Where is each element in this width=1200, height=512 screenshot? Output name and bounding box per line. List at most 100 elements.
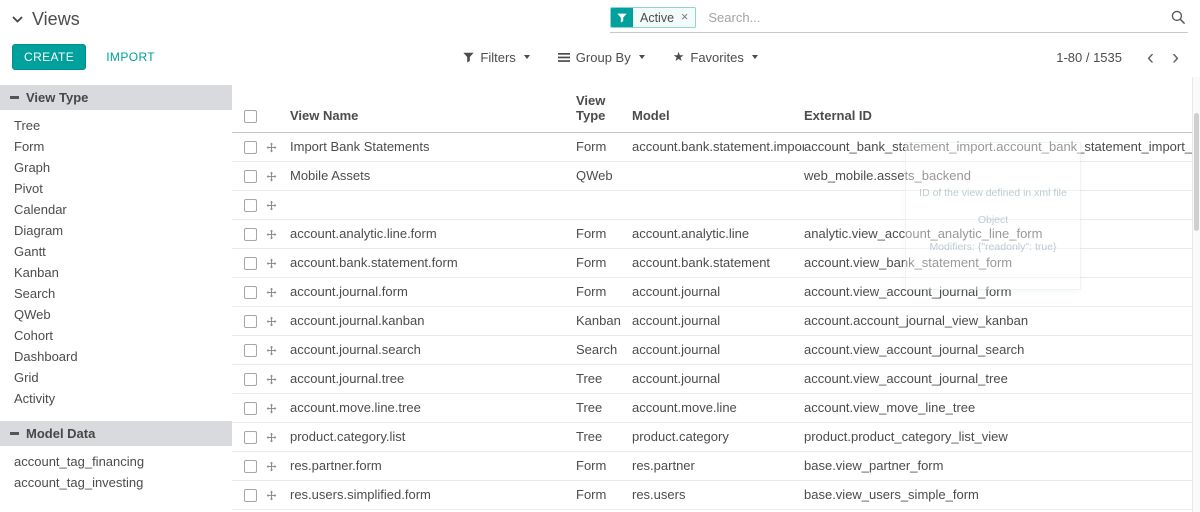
sidebar-item[interactable]: Kanban — [0, 262, 232, 283]
drag-handle-icon[interactable] — [266, 287, 277, 298]
sidebar-item[interactable]: Tree — [0, 115, 232, 136]
filter-icon — [611, 8, 633, 27]
table-row[interactable]: Mobile Assets QWeb web_mobile.assets_bac… — [232, 161, 1192, 190]
table-row[interactable] — [232, 190, 1192, 219]
sidebar-item-label: Tree — [14, 118, 40, 133]
drag-handle-icon[interactable] — [266, 432, 277, 443]
sidebar-item[interactable]: Form — [0, 136, 232, 157]
cell-model — [632, 161, 804, 190]
sidebar-item[interactable]: Gantt — [0, 241, 232, 262]
next-page-button[interactable]: › — [1163, 47, 1188, 68]
column-header-view-type[interactable]: View Type — [576, 76, 632, 132]
scrollbar-thumb[interactable] — [1194, 113, 1199, 231]
table-row[interactable]: account.move.line.tree Tree account.move… — [232, 393, 1192, 422]
drag-handle-icon[interactable] — [266, 403, 277, 414]
favorites-dropdown[interactable]: ★ Favorites — [673, 49, 758, 65]
table-row[interactable]: account.journal.tree Tree account.journa… — [232, 364, 1192, 393]
table-row[interactable]: product.category.list Tree product.categ… — [232, 422, 1192, 451]
breadcrumb[interactable]: Views — [12, 9, 80, 30]
search-icon[interactable] — [1171, 10, 1186, 25]
chevron-down-icon[interactable] — [12, 14, 23, 24]
favorites-label: Favorites — [690, 50, 743, 65]
cell-model: res.partner — [632, 451, 804, 480]
cell-external-id: account.view_move_line_tree — [804, 393, 1192, 422]
cell-external-id: base.view_users_simple_form — [804, 480, 1192, 509]
cell-view-type — [576, 190, 632, 219]
table-row[interactable]: account.journal.search Search account.jo… — [232, 335, 1192, 364]
sidebar-item[interactable]: Pivot — [0, 178, 232, 199]
table-row[interactable]: res.partner.form Form res.partner base.v… — [232, 451, 1192, 480]
table-row[interactable]: account.journal.kanban Kanban account.jo… — [232, 306, 1192, 335]
sidebar-item[interactable]: account_tag_financing — [0, 451, 232, 472]
row-checkbox[interactable] — [244, 199, 257, 212]
cell-model: account.journal — [632, 277, 804, 306]
sidebar-item[interactable]: Search — [0, 283, 232, 304]
cell-view-name: product.category.list — [290, 422, 576, 451]
scrollbar[interactable] — [1192, 77, 1200, 512]
sidebar-item[interactable]: Dashboard — [0, 346, 232, 367]
drag-handle-icon[interactable] — [266, 345, 277, 356]
filters-dropdown[interactable]: Filters — [463, 50, 529, 65]
sidebar-item-label: Activity — [14, 391, 55, 406]
cell-view-name: account.move.line.tree — [290, 393, 576, 422]
sidebar-item[interactable]: Diagram — [0, 220, 232, 241]
row-checkbox[interactable] — [244, 141, 257, 154]
close-icon[interactable]: × — [681, 11, 688, 24]
cell-model: account.bank.statement — [632, 248, 804, 277]
table-row[interactable]: account.bank.statement.form Form account… — [232, 248, 1192, 277]
drag-handle-icon[interactable] — [266, 374, 277, 385]
sidebar-item[interactable]: account_tag_investing — [0, 472, 232, 493]
group-by-dropdown[interactable]: Group By — [558, 50, 645, 65]
search-input[interactable] — [702, 10, 1167, 25]
row-checkbox[interactable] — [244, 489, 257, 502]
table-row[interactable]: account.analytic.line.form Form account.… — [232, 219, 1192, 248]
cell-view-type: Tree — [576, 422, 632, 451]
section-title: View Type — [26, 90, 88, 105]
sidebar-item[interactable]: Graph — [0, 157, 232, 178]
drag-handle-icon[interactable] — [266, 142, 277, 153]
drag-handle-icon[interactable] — [266, 200, 277, 211]
row-checkbox[interactable] — [244, 373, 257, 386]
sidebar-item[interactable]: Activity — [0, 388, 232, 409]
table-row[interactable]: Import Bank Statements Form account.bank… — [232, 132, 1192, 161]
section-header-model-data[interactable]: Model Data — [0, 421, 232, 446]
column-header-view-name[interactable]: View Name — [290, 76, 576, 132]
table-row[interactable]: account.journal.form Form account.journa… — [232, 277, 1192, 306]
cell-view-type: Form — [576, 132, 632, 161]
drag-handle-icon[interactable] — [266, 229, 277, 240]
sidebar-item[interactable]: Cohort — [0, 325, 232, 346]
search-facet[interactable]: Active × — [610, 7, 696, 28]
row-checkbox[interactable] — [244, 315, 257, 328]
row-checkbox[interactable] — [244, 460, 257, 473]
search-bar[interactable]: Active × — [610, 5, 1188, 33]
drag-handle-icon[interactable] — [266, 316, 277, 327]
row-checkbox[interactable] — [244, 286, 257, 299]
sidebar-item-label: Grid — [14, 370, 39, 385]
row-checkbox[interactable] — [244, 344, 257, 357]
cell-view-type: Form — [576, 219, 632, 248]
cell-view-name: account.journal.tree — [290, 364, 576, 393]
sidebar-item[interactable]: Grid — [0, 367, 232, 388]
drag-handle-icon[interactable] — [266, 258, 277, 269]
create-button[interactable]: CREATE — [12, 44, 86, 70]
row-checkbox[interactable] — [244, 170, 257, 183]
section-header-view-type[interactable]: View Type — [0, 85, 232, 110]
chevron-down-icon — [524, 55, 530, 59]
column-header-model[interactable]: Model — [632, 76, 804, 132]
drag-handle-icon[interactable] — [266, 171, 277, 182]
select-all-checkbox[interactable] — [244, 110, 257, 123]
sidebar-section-view-type: View Type Tree Form Graph Pivot Calendar… — [0, 85, 232, 409]
sidebar-item[interactable]: QWeb — [0, 304, 232, 325]
row-checkbox[interactable] — [244, 257, 257, 270]
sidebar-item[interactable]: Calendar — [0, 199, 232, 220]
row-checkbox[interactable] — [244, 228, 257, 241]
table-row[interactable]: res.users.simplified.form Form res.users… — [232, 480, 1192, 509]
row-checkbox[interactable] — [244, 402, 257, 415]
drag-handle-icon[interactable] — [266, 490, 277, 501]
import-button[interactable]: IMPORT — [96, 45, 165, 69]
cell-view-type: Form — [576, 277, 632, 306]
row-checkbox[interactable] — [244, 431, 257, 444]
column-header-external-id[interactable]: External ID — [804, 76, 1192, 132]
drag-handle-icon[interactable] — [266, 461, 277, 472]
prev-page-button[interactable]: ‹ — [1138, 47, 1163, 68]
